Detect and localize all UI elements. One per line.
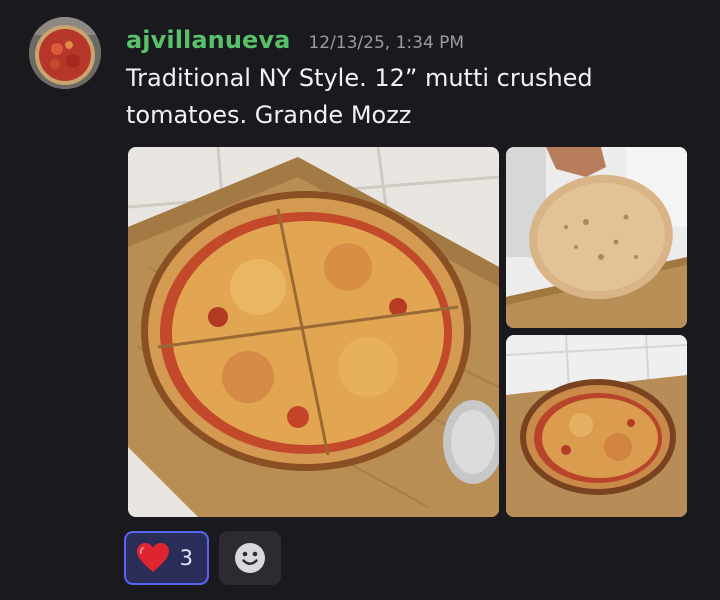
message-timestamp: 12/13/25, 1:34 PM (308, 33, 465, 53)
attachment-image-2[interactable] (506, 147, 687, 328)
message-text-line-2: tomatoes. Grande Mozz (126, 101, 412, 129)
user-avatar[interactable] (29, 17, 101, 89)
red-heart-icon (137, 543, 169, 572)
image-gallery (128, 147, 688, 517)
attachment-image-1[interactable] (128, 147, 499, 517)
pizza-crust-underside-photo (506, 147, 687, 328)
message-header: ajvillanueva 12/13/25, 1:34 PM (126, 26, 464, 56)
reactions-bar: 3 (124, 531, 281, 585)
message-text-line-1: Traditional NY Style. 12” mutti crushed (126, 64, 593, 92)
chat-message: ajvillanueva 12/13/25, 1:34 PM Tradition… (0, 0, 720, 600)
pizza-avatar-icon (29, 17, 101, 89)
attachment-image-3[interactable] (506, 335, 687, 517)
message-content: Traditional NY Style. 12” mutti crushed … (126, 60, 686, 134)
add-reaction-button[interactable] (219, 531, 281, 585)
smiley-face-icon (235, 543, 265, 573)
reaction-heart-button[interactable]: 3 (124, 531, 209, 585)
pizza-whole-sliced-photo (128, 147, 499, 517)
username[interactable]: ajvillanueva (126, 26, 290, 54)
reaction-count: 3 (179, 546, 193, 570)
pizza-whole-photo (506, 335, 687, 517)
